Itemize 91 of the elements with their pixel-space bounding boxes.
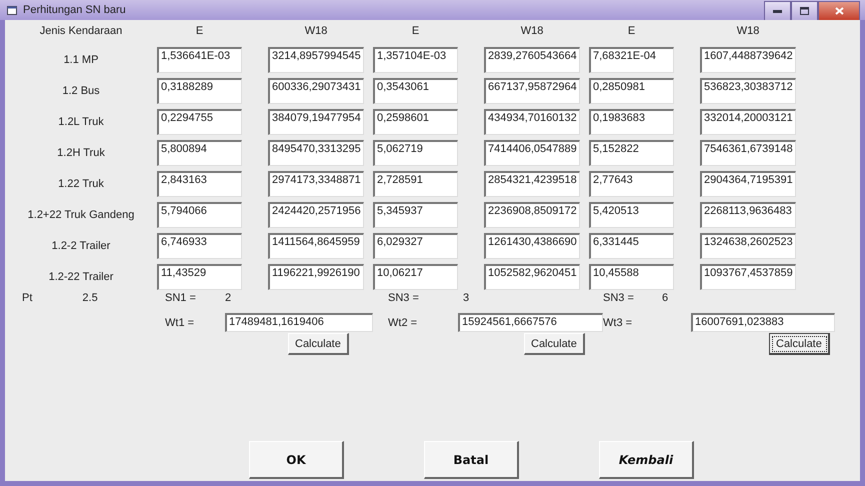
row-label: 1.2L Truk bbox=[57, 115, 105, 130]
row-label: 1.2-22 Trailer bbox=[48, 270, 114, 285]
wt-label: Wt3 = bbox=[603, 316, 634, 328]
sn-label: SN3 = bbox=[603, 292, 635, 304]
input-field[interactable]: 7,68321E-04 bbox=[589, 47, 674, 73]
column-header: E bbox=[626, 24, 636, 39]
dialog-button[interactable]: Batal bbox=[424, 441, 519, 479]
input-field[interactable]: 1093767,4537859 bbox=[700, 264, 796, 290]
input-field[interactable]: 1324638,2602523 bbox=[700, 233, 796, 259]
input-field[interactable]: 1607,4488739642 bbox=[700, 47, 796, 73]
input-field[interactable]: 1261430,4386690 bbox=[484, 233, 580, 259]
column-header: E bbox=[194, 24, 204, 39]
column-header: W18 bbox=[304, 24, 328, 39]
wt-label: Wt1 = bbox=[165, 316, 196, 328]
input-field[interactable]: 600336,29073431 bbox=[268, 78, 364, 104]
window-title: Perhitungan SN baru bbox=[23, 4, 127, 16]
input-field[interactable]: 11,43529 bbox=[157, 264, 242, 290]
dialog-button[interactable]: Kembali bbox=[599, 441, 694, 479]
input-field[interactable]: 5,062719 bbox=[373, 140, 458, 166]
input-field[interactable]: 0,3188289 bbox=[157, 78, 242, 104]
input-field[interactable]: 3214,8957994545 bbox=[268, 47, 364, 73]
input-field[interactable]: 667137,95872964 bbox=[484, 78, 580, 104]
input-field[interactable]: 1052582,9620451 bbox=[484, 264, 580, 290]
column-header: Jenis Kendaraan bbox=[38, 24, 124, 39]
input-field[interactable]: 434934,70160132 bbox=[484, 109, 580, 135]
input-field[interactable]: 2,77643 bbox=[589, 171, 674, 197]
close-button[interactable] bbox=[818, 1, 860, 21]
row-label: 1.2 Bus bbox=[61, 84, 101, 99]
input-field[interactable]: 1,536641E-03 bbox=[157, 47, 242, 73]
input-field[interactable]: 17489481,1619406 bbox=[225, 313, 373, 332]
input-field[interactable]: 7414406,0547889 bbox=[484, 140, 580, 166]
input-field[interactable]: 2424420,2571956 bbox=[268, 202, 364, 228]
input-field[interactable]: 5,345937 bbox=[373, 202, 458, 228]
input-field[interactable]: 0,1983683 bbox=[589, 109, 674, 135]
input-field[interactable]: 6,029327 bbox=[373, 233, 458, 259]
input-field[interactable]: 10,45588 bbox=[589, 264, 674, 290]
input-field[interactable]: 8495470,3313295 bbox=[268, 140, 364, 166]
input-field[interactable]: 7546361,6739148 bbox=[700, 140, 796, 166]
input-field[interactable]: 332014,20003121 bbox=[700, 109, 796, 135]
row-label: 1.2-2 Trailer bbox=[50, 239, 112, 254]
sn-value: 6 bbox=[662, 292, 668, 304]
close-icon bbox=[834, 7, 844, 15]
input-field[interactable]: 5,794066 bbox=[157, 202, 242, 228]
maximize-button[interactable] bbox=[791, 1, 818, 21]
sn-value: 2 bbox=[225, 292, 232, 304]
input-field[interactable]: 2904364,7195391 bbox=[700, 171, 796, 197]
sn-label: SN1 = bbox=[165, 292, 197, 304]
input-field[interactable]: 384079,19477954 bbox=[268, 109, 364, 135]
wt-label: Wt2 = bbox=[388, 316, 418, 328]
input-field[interactable]: 1,357104E-03 bbox=[373, 47, 458, 73]
window-icon bbox=[7, 6, 17, 14]
pt-value: 2.5 bbox=[82, 292, 98, 304]
input-field[interactable]: 0,2850981 bbox=[589, 78, 674, 104]
input-field[interactable]: 5,152822 bbox=[589, 140, 674, 166]
input-field[interactable]: 10,06217 bbox=[373, 264, 458, 290]
input-field[interactable]: 1411564,8645959 bbox=[268, 233, 364, 259]
minimize-icon bbox=[773, 10, 782, 12]
row-label: 1.2+22 Truk Gandeng bbox=[26, 208, 136, 223]
input-field[interactable]: 2268113,9636483 bbox=[700, 202, 796, 228]
row-label: 1.22 Truk bbox=[57, 177, 105, 192]
input-field[interactable]: 2839,2760543664 bbox=[484, 47, 580, 73]
input-field[interactable]: 5,420513 bbox=[589, 202, 674, 228]
input-field[interactable]: 16007691,023883 bbox=[691, 313, 835, 332]
input-field[interactable]: 0,2598601 bbox=[373, 109, 458, 135]
input-field[interactable]: 15924561,6667576 bbox=[458, 313, 603, 332]
calculate-button[interactable]: Calculate bbox=[769, 333, 830, 355]
minimize-button[interactable] bbox=[764, 1, 791, 21]
input-field[interactable]: 2,728591 bbox=[373, 171, 458, 197]
input-field[interactable]: 0,3543061 bbox=[373, 78, 458, 104]
input-field[interactable]: 2,843163 bbox=[157, 171, 242, 197]
column-header: W18 bbox=[520, 24, 544, 39]
input-field[interactable]: 5,800894 bbox=[157, 140, 242, 166]
sn-label: SN3 = bbox=[388, 292, 420, 304]
input-field[interactable]: 536823,30383712 bbox=[700, 78, 796, 104]
column-header: E bbox=[410, 24, 420, 39]
calculate-button[interactable]: Calculate bbox=[288, 333, 349, 355]
input-field[interactable]: 0,2294755 bbox=[157, 109, 242, 135]
row-label: 1.1 MP bbox=[62, 53, 100, 68]
dialog-button[interactable]: OK bbox=[249, 441, 344, 479]
input-field[interactable]: 1196221,9926190 bbox=[268, 264, 364, 290]
sn-value: 3 bbox=[463, 292, 470, 304]
input-field[interactable]: 6,331445 bbox=[589, 233, 674, 259]
calculate-button[interactable]: Calculate bbox=[524, 333, 585, 355]
pt-label: Pt bbox=[22, 292, 32, 304]
row-label: 1.2H Truk bbox=[56, 146, 106, 161]
input-field[interactable]: 2974173,3348871 bbox=[268, 171, 364, 197]
maximize-icon bbox=[800, 7, 809, 15]
input-field[interactable]: 2854321,4239518 bbox=[484, 171, 580, 197]
input-field[interactable]: 6,746933 bbox=[157, 233, 242, 259]
column-header: W18 bbox=[736, 24, 760, 39]
input-field[interactable]: 2236908,8509172 bbox=[484, 202, 580, 228]
